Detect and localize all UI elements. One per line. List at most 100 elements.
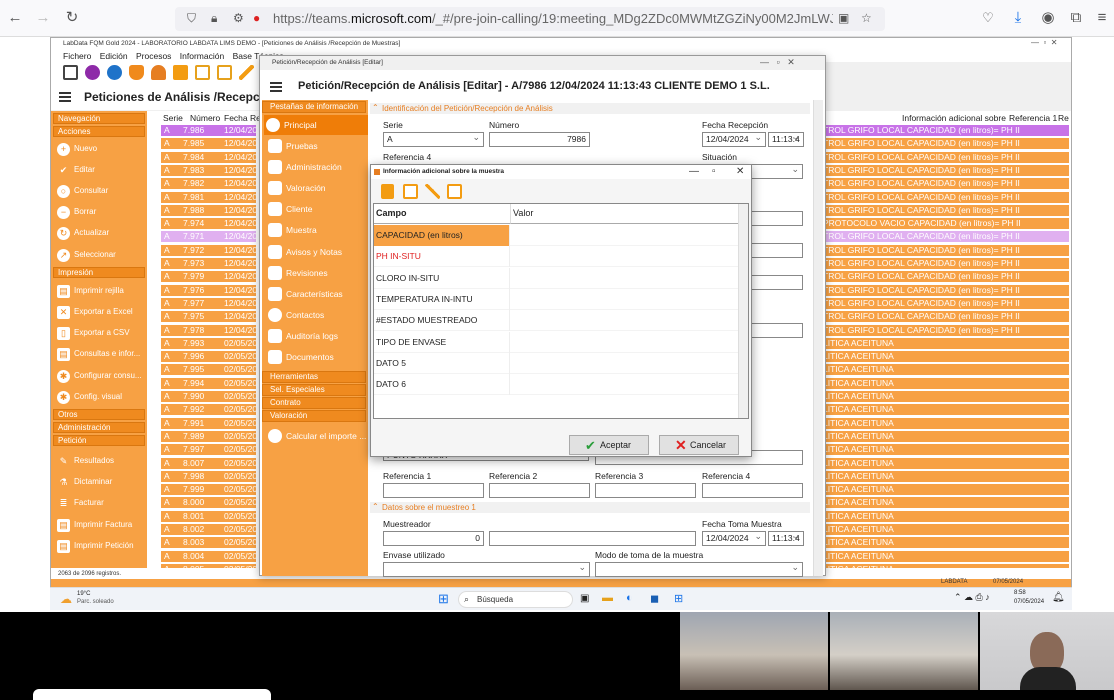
tab-administracion[interactable]: Administración [266, 157, 366, 177]
sidebar-section-peticion[interactable]: Petición [53, 435, 145, 446]
tab-section-sel-especiales[interactable]: Sel. Especiales [262, 384, 366, 396]
table-row[interactable]: A 7.989 02/05/20 [161, 430, 257, 442]
campo-row[interactable]: DATO 5 [374, 352, 740, 374]
close-icon[interactable]: ✕ [736, 165, 744, 179]
sidebar-item-consultar[interactable]: ○ Consultar [57, 182, 108, 200]
table-row[interactable]: A 7.998 02/05/20 [161, 470, 257, 482]
cancelar-button[interactable]: ✕ Cancelar [659, 435, 739, 455]
table-row-info[interactable]: TROL GRIFO LOCAL CAPACIDAD (en litros)= … [823, 271, 1069, 283]
table-row[interactable]: A 7.994 02/05/20 [161, 377, 257, 389]
campo-row[interactable]: #ESTADO MUESTREADO [374, 310, 740, 332]
referencia1-input[interactable] [383, 483, 484, 498]
section-muestreo[interactable]: Datos sobre el muestreo 1 [370, 502, 810, 513]
hamburger-icon[interactable] [59, 92, 71, 102]
back-arrow-icon[interactable]: ← [5, 8, 25, 28]
section-identificacion[interactable]: Identificación del Petición/Recepción de… [370, 103, 810, 114]
reload-icon[interactable]: ↻ [62, 8, 82, 28]
tab-pruebas[interactable]: Pruebas [266, 136, 366, 156]
menu-procesos[interactable]: Procesos [136, 51, 171, 61]
table-row[interactable]: A 7.981 12/04/20 [161, 191, 257, 203]
referencia3-input[interactable] [595, 483, 696, 498]
table-row[interactable]: A 7.979 12/04/20 [161, 271, 257, 283]
menu-informacion[interactable]: Información [180, 51, 224, 61]
table-row[interactable]: A 8.002 02/05/20 [161, 524, 257, 535]
table-row[interactable]: A 8.003 02/05/20 [161, 537, 257, 549]
table-row[interactable]: A 7.995 02/05/20 [161, 364, 257, 376]
reader-view-icon[interactable]: ▣ [838, 11, 849, 25]
numero-input[interactable]: 7986 [489, 132, 590, 147]
menu-edicion[interactable]: Edición [100, 51, 128, 61]
tab-muestra[interactable]: Muestra [266, 220, 366, 240]
tab-documentos[interactable]: Documentos [266, 347, 366, 367]
table-row[interactable]: A 7.973 12/04/20 [161, 258, 257, 269]
table-row[interactable]: A 7.978 12/04/20 [161, 324, 257, 336]
column-valor[interactable]: Valor [511, 204, 739, 224]
table-row-info[interactable]: LITICA ACEITUNA [823, 351, 1069, 363]
table-row-info[interactable]: LITICA ACEITUNA [823, 510, 1069, 522]
document-icon[interactable] [195, 65, 210, 80]
table-row-info[interactable]: LITICA ACEITUNA [823, 364, 1069, 376]
sidebar-item-borrar[interactable]: − Borrar [57, 203, 96, 221]
tab-section-contrato[interactable]: Contrato [262, 397, 366, 409]
table-row[interactable]: A 7.988 12/04/20 [161, 204, 257, 216]
edge-icon[interactable]: ◐ [626, 592, 633, 604]
pencil-icon[interactable] [239, 65, 254, 80]
tab-contactos[interactable]: Contactos [266, 305, 366, 325]
sidebar-item-editar[interactable]: ✔ Editar [57, 161, 95, 179]
bookmark-star-icon[interactable]: ☆ [861, 11, 872, 25]
table-row[interactable]: A 7.971 12/04/20 [161, 231, 257, 243]
url-text[interactable]: https://teams.microsoft.com/_#/pre-join-… [273, 11, 833, 26]
table-row[interactable]: A 7.997 02/05/20 [161, 444, 257, 456]
sidebar-item-imprimir-rejilla[interactable]: ▤ Imprimir rejilla [57, 282, 124, 300]
calendar-icon[interactable] [403, 184, 418, 199]
table-row[interactable]: A 7.991 02/05/20 [161, 417, 257, 429]
table-row-info[interactable]: LITICA ACEITUNA [823, 457, 1069, 469]
table-row[interactable]: A 8.007 02/05/20 [161, 457, 257, 469]
video-thumbnail-3[interactable] [980, 612, 1114, 690]
table-row[interactable]: A 7.972 12/04/20 [161, 244, 257, 256]
table-row-info[interactable]: TROL GRIFO LOCAL CAPACIDAD (en litros)= … [823, 191, 1069, 203]
tab-caracteristicas[interactable]: Características [266, 284, 366, 304]
tab-auditoria[interactable]: Auditoría logs [266, 326, 366, 346]
table-row-info[interactable]: LITICA ACEITUNA [823, 444, 1069, 456]
table-row-info[interactable]: TROL GRIFO LOCAL CAPACIDAD (en litros)= … [823, 178, 1069, 190]
modal-scrollbar[interactable] [738, 204, 748, 418]
grid-header-numero[interactable]: Número [190, 113, 220, 123]
table-row-info[interactable]: TROL GRIFO LOCAL CAPACIDAD (en litros)= … [823, 204, 1069, 216]
table-row-info[interactable]: LITICA ACEITUNA [823, 377, 1069, 389]
campo-row[interactable]: CAPACIDAD (en litros) [374, 225, 740, 246]
sidebar-item-seleccionar[interactable]: ↗ Seleccionar [57, 246, 116, 264]
table-row[interactable]: A 7.985 12/04/20 [161, 138, 257, 150]
table-row[interactable]: A 8.001 02/05/20 [161, 510, 257, 522]
sidebar-item-exportar-excel[interactable]: ✕ Exportar a Excel [57, 303, 133, 321]
app-grid-icon[interactable]: ⊞ [674, 592, 683, 605]
table-row[interactable]: A 7.996 02/05/20 [161, 351, 257, 363]
muestreador-input[interactable]: 0 [383, 531, 484, 546]
grid-header-re[interactable]: Re [1058, 113, 1069, 123]
user-icon[interactable] [151, 65, 166, 80]
column-campo[interactable]: Campo [374, 204, 511, 224]
table-row-info[interactable]: TROL GRIFO LOCAL CAPACIDAD (en litros)= … [823, 164, 1069, 176]
tab-revisiones[interactable]: Revisiones [266, 263, 366, 283]
table-row-info[interactable]: TROL GRIFO LOCAL CAPACIDAD (en litros)= … [823, 297, 1069, 309]
sidebar-item-config-visual[interactable]: ✱ Config. visual [57, 388, 122, 406]
referencia2-input[interactable] [489, 483, 590, 498]
table-row-info[interactable]: TROL GRIFO LOCAL CAPACIDAD (en litros)= … [823, 311, 1069, 323]
new-document-icon[interactable] [381, 184, 394, 199]
sidebar-item-consultas[interactable]: ▤ Consultas e infor... [57, 345, 140, 363]
hamburger-icon[interactable] [270, 82, 282, 92]
sidebar-section-otros[interactable]: Otros [53, 409, 145, 420]
users-icon[interactable] [173, 65, 188, 80]
url-bar[interactable]: ⛉ 🔒︎ ⚙︎ ● https://teams.microsoft.com/_#… [175, 7, 885, 31]
task-view-icon[interactable]: ▣ [580, 593, 589, 604]
grid-header-info[interactable]: Información adicional sobre [902, 113, 1006, 123]
fecha-toma-input[interactable]: 12/04/2024 [702, 531, 766, 546]
sidebar-section-acciones[interactable]: Acciones [53, 126, 145, 137]
campo-row[interactable]: PH IN-SITU [374, 246, 740, 268]
table-row[interactable]: A 8.004 02/05/20 [161, 550, 257, 562]
table-row-info[interactable]: PROTOCOLO VACIO CAPACIDAD (en litros)= P… [823, 218, 1069, 230]
tab-valoracion[interactable]: Valoración [266, 178, 366, 198]
tab-section-herramientas[interactable]: Herramientas [262, 371, 366, 383]
tab-principal[interactable]: Principal [264, 115, 368, 135]
grid-header-ref1[interactable]: Referencia 1 [1009, 113, 1057, 123]
